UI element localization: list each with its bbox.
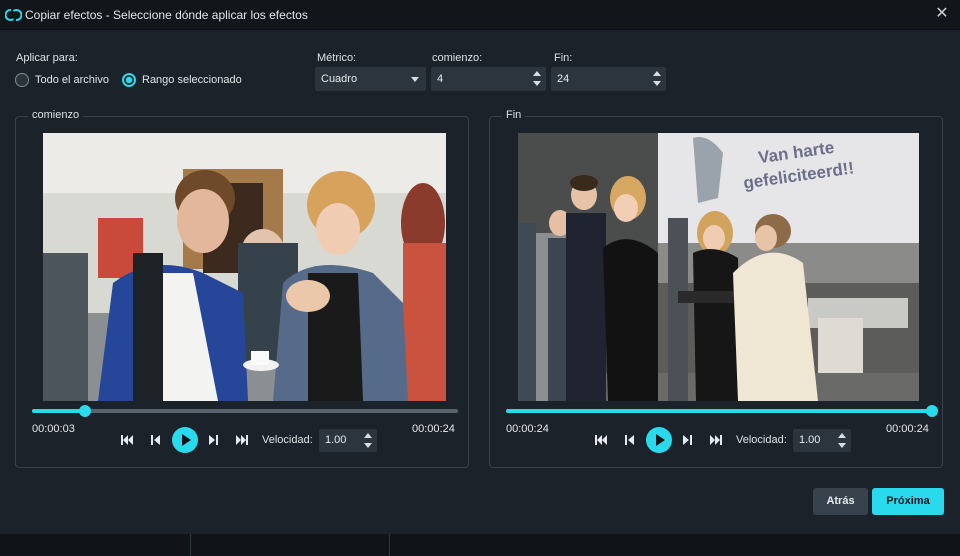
end-label: Fin:	[554, 52, 573, 64]
end-increment-icon[interactable]	[653, 71, 661, 76]
radio-selected-range[interactable]: Rango seleccionado	[122, 71, 242, 89]
start-speed-spinbox[interactable]: 1.00	[319, 429, 377, 452]
start-timeline-slider[interactable]	[32, 405, 458, 417]
start-stepper[interactable]	[530, 69, 544, 89]
status-separator	[389, 534, 390, 556]
end-timeline-slider[interactable]	[506, 405, 938, 417]
metric-select[interactable]: Cuadro	[315, 67, 426, 91]
step-forward-icon[interactable]	[208, 432, 219, 448]
window-title: Copiar efectos - Seleccione dónde aplica…	[25, 8, 308, 22]
end-timeline-handle[interactable]	[926, 405, 938, 417]
start-spinbox[interactable]: 4	[431, 67, 546, 91]
next-button[interactable]: Próxima	[872, 488, 944, 515]
app-logo-icon	[5, 9, 22, 21]
end-speed-input[interactable]: 1.00	[799, 434, 820, 446]
step-back-icon[interactable]	[150, 432, 161, 448]
start-timeline-fill	[32, 409, 86, 413]
end-timeline-fill	[506, 409, 932, 413]
end-play-icon[interactable]	[646, 427, 672, 453]
apply-for-label: Aplicar para:	[16, 52, 78, 64]
end-total-time: 00:00:24	[886, 423, 929, 435]
skip-start-icon[interactable]	[120, 432, 134, 448]
radio-selected-range-label: Rango seleccionado	[142, 74, 242, 86]
title-bar: Copiar efectos - Seleccione dónde aplica…	[0, 0, 960, 30]
end-step-back-icon[interactable]	[624, 432, 635, 448]
start-decrement-icon[interactable]	[533, 81, 541, 86]
start-speed-label: Velocidad:	[262, 434, 313, 446]
start-panel-title: comienzo	[28, 109, 84, 121]
radio-whole-file[interactable]: Todo el archivo	[15, 71, 109, 89]
metric-label: Métrico:	[317, 52, 357, 64]
radio-whole-file-circle[interactable]	[15, 73, 29, 87]
start-speed-input[interactable]: 1.00	[325, 434, 346, 446]
end-stepper[interactable]	[650, 69, 664, 89]
end-speed-spinbox[interactable]: 1.00	[793, 429, 851, 452]
end-frame-people	[518, 175, 818, 401]
end-skip-end-icon[interactable]	[709, 432, 723, 448]
metric-select-value: Cuadro	[321, 73, 358, 85]
start-current-time: 00:00:03	[32, 423, 75, 435]
end-input[interactable]: 24	[557, 73, 569, 85]
end-current-time: 00:00:24	[506, 423, 549, 435]
back-button[interactable]: Atrás	[813, 488, 868, 515]
end-video-frame: Van harte gefeliciteerd!!	[518, 133, 919, 401]
start-video-frame	[43, 133, 446, 401]
start-speed-increment-icon[interactable]	[364, 433, 372, 438]
start-play-icon[interactable]	[172, 427, 198, 453]
chevron-down-icon[interactable]	[411, 77, 419, 82]
end-speed-decrement-icon[interactable]	[838, 443, 846, 448]
start-label: comienzo:	[432, 52, 483, 64]
end-spinbox[interactable]: 24	[551, 67, 666, 91]
start-input[interactable]: 4	[437, 73, 443, 85]
end-panel-title: Fin	[502, 109, 526, 121]
status-separator	[190, 534, 191, 556]
start-frame-image	[43, 133, 446, 401]
skip-end-icon[interactable]	[235, 432, 249, 448]
radio-whole-file-label: Todo el archivo	[35, 74, 109, 86]
status-bar	[0, 534, 960, 556]
end-skip-start-icon[interactable]	[594, 432, 608, 448]
radio-selected-range-circle[interactable]	[122, 73, 136, 87]
start-total-time: 00:00:24	[412, 423, 455, 435]
start-speed-decrement-icon[interactable]	[364, 443, 372, 448]
start-speed-stepper[interactable]	[361, 431, 375, 451]
start-increment-icon[interactable]	[533, 71, 541, 76]
close-icon[interactable]: ✕	[933, 5, 951, 23]
end-speed-label: Velocidad:	[736, 434, 787, 446]
end-speed-stepper[interactable]	[835, 431, 849, 451]
end-speed-increment-icon[interactable]	[838, 433, 846, 438]
end-step-forward-icon[interactable]	[682, 432, 693, 448]
end-decrement-icon[interactable]	[653, 81, 661, 86]
